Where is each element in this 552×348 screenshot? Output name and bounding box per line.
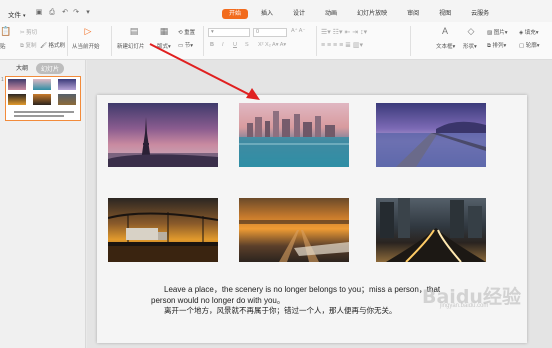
list-icons[interactable]: ☰▾ ☷▾ ⇤ ⇥ ↕▾ [321, 28, 367, 36]
tab-design[interactable]: 设计 [286, 9, 312, 19]
textbox-icon[interactable]: A [439, 25, 451, 37]
reset-label: 重置 [184, 30, 196, 36]
thumb-image [8, 79, 26, 90]
divider [410, 26, 411, 56]
play-from-current-button[interactable]: 从当前开始 [72, 42, 100, 50]
format-painter-button[interactable]: 🖌 格式刷 [40, 41, 65, 49]
redo-icon[interactable]: ↷ [72, 9, 80, 17]
align-icons[interactable]: ≡ ≡ ≡ ≡ ≣ ▥▾ [321, 41, 363, 49]
cut-label: 剪切 [26, 30, 38, 36]
section-label: 节 [184, 43, 191, 49]
menu-bar: 文件 ▾ ▣ ⎙ ↶ ↷ ▾ 开始 插入 设计 动画 幻灯片放映 审阅 视图 云服… [0, 0, 552, 22]
undo-icon[interactable]: ↶ [61, 9, 69, 17]
ribbon-tabs: 开始 插入 设计 动画 幻灯片放映 审阅 视图 云服务 [222, 9, 502, 21]
file-menu[interactable]: 文件 ▾ [8, 9, 26, 19]
layout-icon[interactable]: ▦ [158, 25, 170, 37]
paste-button[interactable]: 贴 [0, 42, 6, 50]
slides-pane: 大纲 幻灯片 1 [0, 60, 86, 348]
print-icon[interactable]: ⎙ [48, 9, 56, 17]
tab-review[interactable]: 审阅 [400, 9, 426, 19]
tab-home[interactable]: 开始 [222, 9, 249, 19]
textbox-button[interactable]: 文本框▾ [436, 42, 455, 50]
thumb-image [58, 79, 76, 90]
tab-outline[interactable]: 大纲 [16, 63, 28, 72]
slide-thumbnail[interactable] [5, 76, 81, 121]
layout-button[interactable]: 版式▾ [157, 42, 171, 50]
photo-pier[interactable] [376, 103, 486, 167]
file-menu-label: 文件 [8, 12, 21, 19]
section-button[interactable]: ▭ 节▾ [178, 41, 193, 49]
layout-label: 版式 [157, 44, 169, 50]
divider [67, 26, 68, 56]
thumb-image [33, 94, 51, 105]
thumb-image [33, 79, 51, 90]
ribbon-toolbar: 📋 贴 ✂ 剪切 ⧉ 复制 🖌 格式刷 ▷ 从当前开始 ▤ 新建幻灯片 ▦ 版式… [0, 22, 552, 60]
chevron-down-icon: ▾ [23, 13, 26, 19]
photo-bridge-truck[interactable] [108, 198, 218, 262]
picture-label: 图片 [493, 30, 505, 36]
tab-cloud[interactable]: 云服务 [464, 9, 496, 19]
thumb-text-line [14, 115, 64, 117]
shape-button[interactable]: 形状▾ [463, 42, 477, 50]
photo-eiffel-tower[interactable] [108, 103, 218, 167]
cut-button[interactable]: ✂ 剪切 [20, 28, 37, 36]
copy-button[interactable]: ⧉ 复制 [20, 41, 36, 50]
italic-button[interactable]: I [222, 42, 224, 48]
new-slide-icon[interactable]: ▤ [128, 25, 140, 37]
format-painter-label: 格式刷 [48, 43, 66, 49]
paste-icon[interactable]: 📋 [0, 25, 12, 37]
tab-insert[interactable]: 插入 [254, 9, 280, 19]
tab-view[interactable]: 视图 [432, 9, 458, 19]
more-icon[interactable]: ▾ [84, 9, 92, 17]
watermark-url: jingyan.baidu.com [440, 303, 489, 309]
city-light-trails-drawing [380, 198, 486, 262]
arrange-label: 排列 [492, 43, 504, 49]
photo-railway[interactable] [239, 198, 349, 262]
railway-drawing [239, 220, 349, 262]
thumb-image [8, 94, 26, 105]
play-icon[interactable]: ▷ [82, 25, 94, 37]
tab-slides[interactable]: 幻灯片 [36, 63, 65, 74]
divider [203, 26, 204, 56]
slide-number: 1 [1, 77, 4, 83]
outline-button[interactable]: ▢ 轮廓▾ [519, 41, 540, 49]
font-size-select[interactable]: 0 [253, 28, 287, 37]
arrange-button[interactable]: ⧉ 排列▾ [487, 41, 506, 50]
divider [316, 26, 317, 56]
underline-button[interactable]: U [233, 42, 237, 48]
copy-label: 复制 [25, 43, 37, 49]
eiffel-tower-drawing [108, 117, 218, 167]
save-icon[interactable]: ▣ [35, 9, 43, 17]
textbox-label: 文本框 [436, 44, 453, 50]
reset-button[interactable]: ⟲ 重置 [178, 28, 195, 36]
outline-label: 轮廓 [525, 43, 537, 49]
picture-button[interactable]: ▨ 图片▾ [487, 28, 508, 36]
pier-drawing [376, 121, 486, 167]
tab-animation[interactable]: 动画 [318, 9, 344, 19]
shape-label: 形状 [463, 44, 475, 50]
photo-city-light-trails[interactable] [376, 198, 486, 262]
photo-city-skyline[interactable] [239, 103, 349, 167]
new-slide-button[interactable]: 新建幻灯片 [117, 42, 145, 50]
grow-font-button[interactable]: A⁺ A⁻ [291, 28, 305, 34]
strike-button[interactable]: S [245, 42, 249, 48]
shape-icon[interactable]: ◇ [465, 25, 477, 37]
bridge-truck-drawing [108, 212, 218, 262]
fill-button[interactable]: ◈ 填充▾ [519, 28, 539, 36]
divider [111, 26, 112, 56]
bold-button[interactable]: B [210, 42, 214, 48]
tab-slideshow[interactable]: 幻灯片放映 [350, 9, 394, 19]
thumb-text-line [14, 111, 74, 113]
font-name-select[interactable]: ▾ [208, 28, 250, 37]
city-skyline-drawing [239, 111, 349, 167]
font-size-value: 0 [256, 29, 260, 35]
fill-label: 填充 [524, 30, 536, 36]
font-effects-icon[interactable]: X² X₂ A▾ A▾ [258, 42, 286, 48]
thumb-image [58, 94, 76, 105]
